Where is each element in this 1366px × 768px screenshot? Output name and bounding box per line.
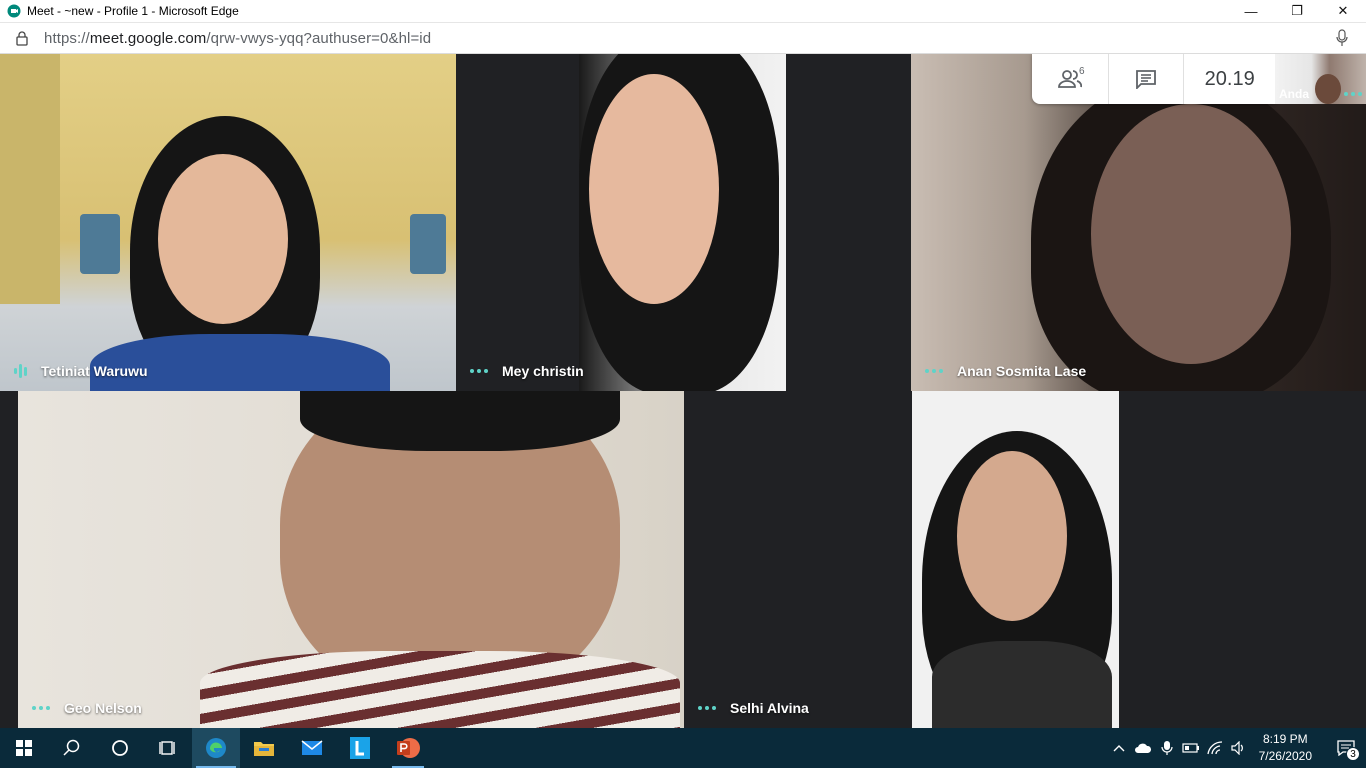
wifi-icon bbox=[1206, 741, 1222, 755]
l-app-taskbar-button[interactable] bbox=[336, 728, 384, 768]
participant-name: Mey christin bbox=[502, 363, 584, 379]
network-button[interactable] bbox=[1203, 728, 1227, 768]
task-view-icon bbox=[159, 741, 175, 755]
l-app-icon bbox=[350, 737, 370, 759]
participant-tile[interactable] bbox=[912, 391, 1366, 728]
speaking-indicator-icon bbox=[14, 363, 27, 379]
microphone-tray-button[interactable] bbox=[1155, 728, 1179, 768]
cortana-icon bbox=[112, 740, 128, 756]
microphone-icon bbox=[1161, 741, 1173, 755]
battery-icon bbox=[1182, 743, 1199, 753]
more-options-icon[interactable] bbox=[698, 706, 716, 710]
address-bar[interactable]: https://meet.google.com/qrw-vwys-yqq?aut… bbox=[0, 23, 1366, 54]
tray-time: 8:19 PM bbox=[1262, 732, 1308, 746]
meeting-clock: 20.19 bbox=[1204, 67, 1255, 90]
participants-count: 6 bbox=[1079, 66, 1085, 77]
participant-tile[interactable]: Tetiniat Waruwu bbox=[0, 54, 456, 391]
url-prefix: https:// bbox=[44, 29, 90, 47]
participant-tile[interactable]: Mey christin bbox=[456, 54, 911, 391]
cloud-icon bbox=[1134, 743, 1151, 753]
restore-button[interactable]: ❐ bbox=[1274, 0, 1320, 23]
self-label: Anda bbox=[1279, 87, 1309, 101]
participant-name-bar: Anan Sosmita Lase bbox=[911, 351, 1086, 391]
notification-badge: 3 bbox=[1346, 747, 1360, 761]
chevron-up-icon bbox=[1113, 745, 1125, 752]
window-title: Meet - ~new - Profile 1 - Microsoft Edge bbox=[27, 4, 239, 18]
participant-shirt bbox=[932, 641, 1112, 728]
search-icon bbox=[63, 739, 80, 756]
more-options-icon[interactable] bbox=[925, 369, 943, 373]
lock-icon[interactable] bbox=[14, 30, 30, 46]
cortana-button[interactable] bbox=[96, 728, 144, 768]
file-explorer-icon bbox=[254, 742, 274, 756]
participant-hair bbox=[300, 391, 620, 451]
meet-app-icon bbox=[7, 4, 21, 18]
edge-taskbar-button[interactable] bbox=[192, 728, 240, 768]
more-options-icon[interactable] bbox=[470, 369, 488, 373]
participant-name: Tetiniat Waruwu bbox=[41, 363, 148, 379]
meeting-info-panel: 6 20.19 bbox=[1032, 54, 1275, 104]
search-button[interactable] bbox=[48, 728, 96, 768]
powerpoint-icon bbox=[397, 738, 420, 758]
participant-face bbox=[158, 154, 288, 324]
participant-name-bar: Geo Nelson bbox=[0, 688, 142, 728]
participant-tile[interactable]: Geo Nelson bbox=[0, 391, 684, 728]
self-face bbox=[1315, 74, 1341, 104]
participants-button[interactable]: 6 bbox=[1032, 54, 1108, 104]
window-title-bar: Meet - ~new - Profile 1 - Microsoft Edge… bbox=[0, 0, 1366, 23]
window-controls: — ❐ ✕ bbox=[1228, 0, 1366, 23]
tray-date: 7/26/2020 bbox=[1258, 749, 1312, 763]
more-options-icon[interactable] bbox=[1344, 92, 1362, 96]
participant-name: Selhi Alvina bbox=[730, 700, 809, 716]
close-button[interactable]: ✕ bbox=[1320, 0, 1366, 23]
action-center-button[interactable]: 3 bbox=[1326, 728, 1366, 768]
speaker-icon bbox=[1231, 741, 1243, 755]
system-tray: 8:19 PM 7/26/2020 3 bbox=[1107, 728, 1366, 768]
participant-face bbox=[1091, 104, 1291, 364]
participant-tile[interactable]: Anan Sosmita Lase bbox=[911, 54, 1366, 391]
clock-button[interactable]: 8:19 PM 7/26/2020 bbox=[1259, 731, 1312, 765]
show-hidden-icons-button[interactable] bbox=[1107, 728, 1131, 768]
meeting-stage: Tetiniat Waruwu Mey christin Anan Sosmit… bbox=[0, 54, 1366, 728]
participant-name-bar: Mey christin bbox=[456, 351, 584, 391]
start-icon bbox=[16, 740, 32, 756]
background-chair bbox=[410, 214, 446, 274]
url-text[interactable]: https://meet.google.com/qrw-vwys-yqq?aut… bbox=[44, 30, 431, 47]
file-explorer-taskbar-button[interactable] bbox=[240, 728, 288, 768]
participant-name: Anan Sosmita Lase bbox=[957, 363, 1087, 379]
url-host: meet.google.com bbox=[89, 29, 207, 47]
self-view-tile[interactable]: Anda bbox=[1275, 54, 1366, 104]
chat-icon bbox=[1136, 70, 1156, 89]
mail-taskbar-button[interactable] bbox=[288, 728, 336, 768]
minimize-button[interactable]: — bbox=[1228, 0, 1274, 23]
mail-icon bbox=[301, 740, 323, 755]
task-view-button[interactable] bbox=[144, 728, 192, 768]
taskbar: 8:19 PM 7/26/2020 3 bbox=[0, 728, 1366, 768]
powerpoint-taskbar-button[interactable] bbox=[384, 728, 432, 768]
start-button[interactable] bbox=[0, 728, 48, 768]
url-path: /qrw-vwys-yqq?authuser=0&hl=id bbox=[206, 29, 432, 47]
microphone-icon[interactable] bbox=[1334, 29, 1350, 47]
background-door bbox=[0, 54, 60, 304]
participant-shirt bbox=[200, 651, 680, 728]
participant-name-bar: Tetiniat Waruwu bbox=[0, 351, 148, 391]
edge-icon bbox=[206, 738, 226, 758]
participant-tile[interactable]: Selhi Alvina bbox=[684, 391, 912, 728]
participant-face bbox=[589, 74, 719, 304]
onedrive-button[interactable] bbox=[1131, 728, 1155, 768]
participant-name: Geo Nelson bbox=[64, 700, 142, 716]
chat-button[interactable] bbox=[1109, 54, 1184, 104]
volume-button[interactable] bbox=[1227, 728, 1251, 768]
more-options-icon[interactable] bbox=[32, 706, 50, 710]
participant-name-bar: Selhi Alvina bbox=[684, 688, 809, 728]
background-chair bbox=[80, 214, 120, 274]
battery-button[interactable] bbox=[1179, 728, 1203, 768]
participant-face bbox=[957, 451, 1067, 621]
